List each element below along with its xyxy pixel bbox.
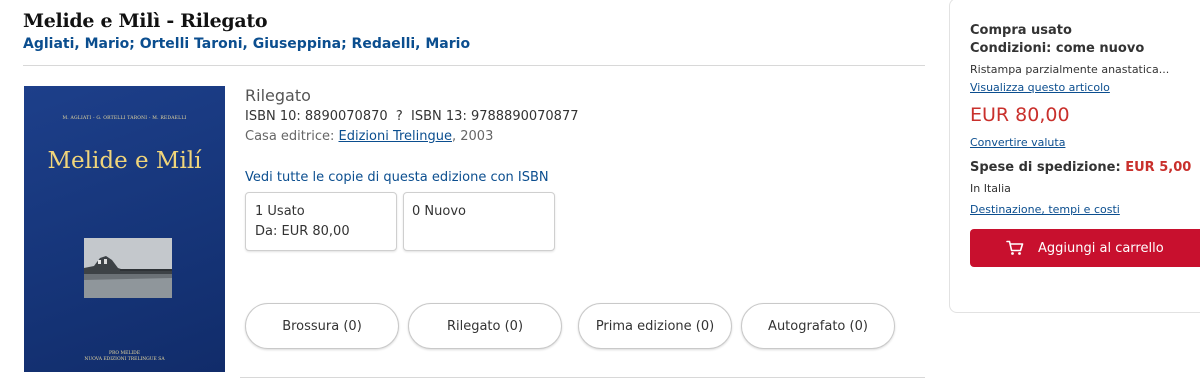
publisher-year: , 2003 <box>452 129 494 144</box>
shopping-cart-icon <box>1006 240 1024 256</box>
publisher-prefix: Casa editrice: <box>245 129 335 144</box>
author-separator: ; <box>341 36 347 52</box>
filter-brossura-button[interactable]: Brossura (0) <box>245 303 399 349</box>
see-all-copies-link[interactable]: Vedi tutte le copie di questa edizione c… <box>245 170 549 185</box>
used-count: 1 Usato <box>255 204 305 219</box>
filter-rilegato-button[interactable]: Rilegato (0) <box>408 303 562 349</box>
publisher-line: Casa editrice: Edizioni Trelingue, 2003 <box>245 129 493 144</box>
purchase-panel: Compra usato Condizioni: come nuovo Rist… <box>949 0 1200 313</box>
book-cover-image[interactable]: M. AGLIATI - G. ORTELLI TARONI - M. REDA… <box>24 86 225 372</box>
shipping-label: Spese di spedizione: <box>970 160 1121 175</box>
view-item-link[interactable]: Visualizza questo articolo <box>970 81 1110 94</box>
isbn-line: ISBN 10: 8890070870 ? ISBN 13: 978889007… <box>245 109 579 124</box>
destination-link[interactable]: Destinazione, tempi e costi <box>970 203 1120 216</box>
author-separator: ; <box>129 36 135 52</box>
item-price: EUR 80,00 <box>970 104 1070 126</box>
author-link[interactable]: Ortelli Taroni, Giuseppina <box>140 36 341 52</box>
product-title: Melide e Milì - Rilegato <box>23 10 268 32</box>
cover-publisher: PRO MELIDE NUOVA EDIZIONI TRELINGUE SA <box>24 351 225 363</box>
panel-heading: Compra usato <box>970 23 1072 38</box>
author-link[interactable]: Redaelli, Mario <box>352 36 471 52</box>
author-list: Agliati, Mario; Ortelli Taroni, Giuseppi… <box>23 36 470 52</box>
new-count: 0 Nuovo <box>412 204 466 219</box>
cover-photo <box>84 238 172 298</box>
add-to-cart-button[interactable]: Aggiungi al carrello <box>970 229 1200 267</box>
cover-publisher-line: NUOVA EDIZIONI TRELINGUE SA <box>84 357 165 362</box>
filter-autografato-button[interactable]: Autografato (0) <box>741 303 895 349</box>
divider <box>240 377 925 378</box>
shipping-price: EUR 5,00 <box>1125 160 1192 175</box>
item-description: Ristampa parzialmente anastatica... <box>970 63 1170 76</box>
filter-prima-edizione-button[interactable]: Prima edizione (0) <box>578 303 732 349</box>
divider <box>23 65 925 66</box>
used-offers-box[interactable]: 1 Usato Da: EUR 80,00 <box>245 192 397 251</box>
condition-label: Condizioni: come nuovo <box>970 41 1145 56</box>
used-price: Da: EUR 80,00 <box>255 224 350 239</box>
publisher-link[interactable]: Edizioni Trelingue <box>339 129 453 144</box>
shipping-line: Spese di spedizione: EUR 5,00 <box>970 160 1191 175</box>
binding-type: Rilegato <box>245 86 311 105</box>
add-to-cart-label: Aggiungi al carrello <box>1038 240 1164 256</box>
author-link[interactable]: Agliati, Mario <box>23 36 129 52</box>
cover-title: Melide e Milí <box>47 148 202 174</box>
new-offers-box[interactable]: 0 Nuovo <box>403 192 555 251</box>
shipping-region: In Italia <box>970 182 1011 195</box>
cover-authors: M. AGLIATI - G. ORTELLI TARONI - M. REDA… <box>62 116 187 121</box>
convert-currency-link[interactable]: Convertire valuta <box>970 136 1065 149</box>
